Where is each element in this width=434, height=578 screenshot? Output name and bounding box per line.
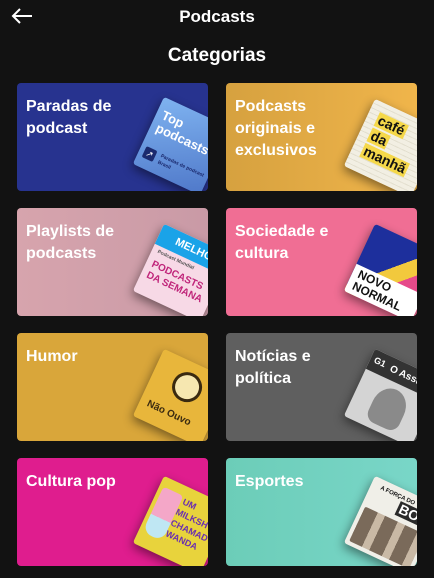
category-tile-podcasts-originais[interactable]: Podcasts originais e exclusivos café da … bbox=[226, 83, 417, 191]
category-tile-playlists-de-podcasts[interactable]: Playlists de podcasts MELHO Podcast Mund… bbox=[17, 208, 208, 316]
category-tile-esportes[interactable]: Esportes A FORÇA DO BOL bbox=[226, 458, 417, 566]
category-tile-paradas-de-podcast[interactable]: Paradas de podcast Top podcasts Paradas … bbox=[17, 83, 208, 191]
category-label: Humor bbox=[26, 348, 78, 365]
category-label: Paradas de podcast bbox=[26, 98, 112, 137]
category-label: Podcasts originais e exclusivos bbox=[235, 98, 317, 159]
headphones-face-icon bbox=[167, 367, 208, 408]
category-label: Sociedade e cultura bbox=[235, 223, 329, 262]
category-tile-cultura-pop[interactable]: Cultura pop UM MILKSH CHAMAD WANDA bbox=[17, 458, 208, 566]
page-title: Podcasts bbox=[179, 7, 255, 26]
category-label: Cultura pop bbox=[26, 473, 116, 490]
category-tile-noticias-e-politica[interactable]: Notícias e política G1 O Assu bbox=[226, 333, 417, 441]
portrait-icon bbox=[364, 382, 413, 434]
section-title: Categorias bbox=[167, 45, 267, 66]
category-label: Notícias e política bbox=[235, 348, 311, 387]
trend-arrow-icon: ↗ bbox=[141, 146, 158, 163]
category-tile-sociedade-e-cultura[interactable]: Sociedade e cultura NOVO NORMAL bbox=[226, 208, 417, 316]
category-label: Esportes bbox=[235, 473, 304, 490]
category-tile-humor[interactable]: Humor Não Ouvo bbox=[17, 333, 208, 441]
top-bar: Podcasts bbox=[0, 0, 434, 36]
category-label: Playlists de podcasts bbox=[26, 223, 115, 262]
